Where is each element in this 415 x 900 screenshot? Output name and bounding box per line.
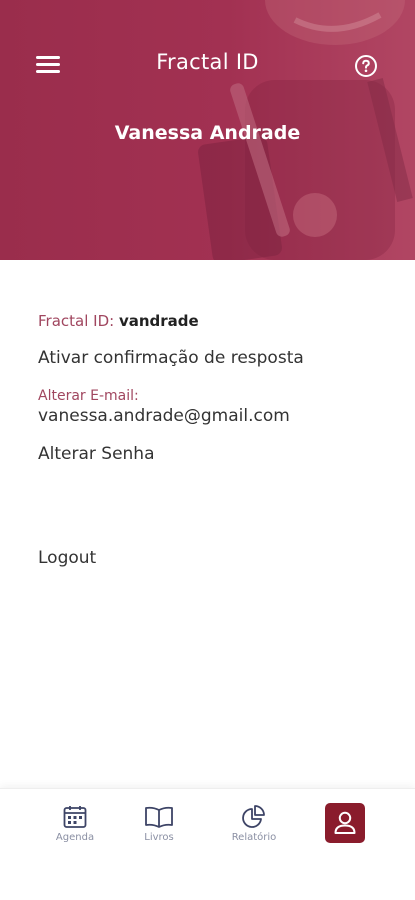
- open-book-icon: [145, 806, 173, 828]
- profile-header: Fractal ID Vanessa Andrade: [0, 0, 415, 260]
- question-circle-icon: [355, 55, 377, 77]
- calendar-icon: [63, 806, 87, 828]
- email-value[interactable]: vanessa.andrade@gmail.com: [38, 406, 290, 426]
- fractal-id-label: Fractal ID:: [38, 312, 115, 330]
- nav-agenda-label: Agenda: [55, 832, 95, 843]
- confirm-answer-option[interactable]: Ativar confirmação de resposta: [38, 348, 304, 368]
- nav-relatorio[interactable]: Relatório: [224, 804, 284, 854]
- fractal-id-row: Fractal ID: vandrade: [38, 312, 199, 330]
- user-icon: [334, 811, 356, 834]
- profile-screen: Fractal ID Vanessa Andrade Fractal ID: v…: [0, 0, 415, 900]
- email-label: Alterar E-mail:: [38, 388, 139, 404]
- fractal-id-value: vandrade: [118, 312, 199, 330]
- pie-chart-icon: [242, 805, 265, 828]
- help-button[interactable]: [354, 54, 378, 78]
- logout-button[interactable]: Logout: [38, 548, 96, 568]
- nav-profile[interactable]: [325, 803, 365, 843]
- nav-livros[interactable]: Livros: [129, 804, 189, 854]
- nav-livros-label: Livros: [144, 832, 174, 843]
- user-name: Vanessa Andrade: [114, 122, 301, 144]
- nav-agenda[interactable]: Agenda: [45, 804, 105, 854]
- nav-relatorio-label: Relatório: [231, 832, 277, 843]
- bottom-nav: Agenda Livros Relatório: [0, 788, 415, 900]
- change-password-option[interactable]: Alterar Senha: [38, 444, 155, 464]
- app-title: Fractal ID: [156, 50, 259, 74]
